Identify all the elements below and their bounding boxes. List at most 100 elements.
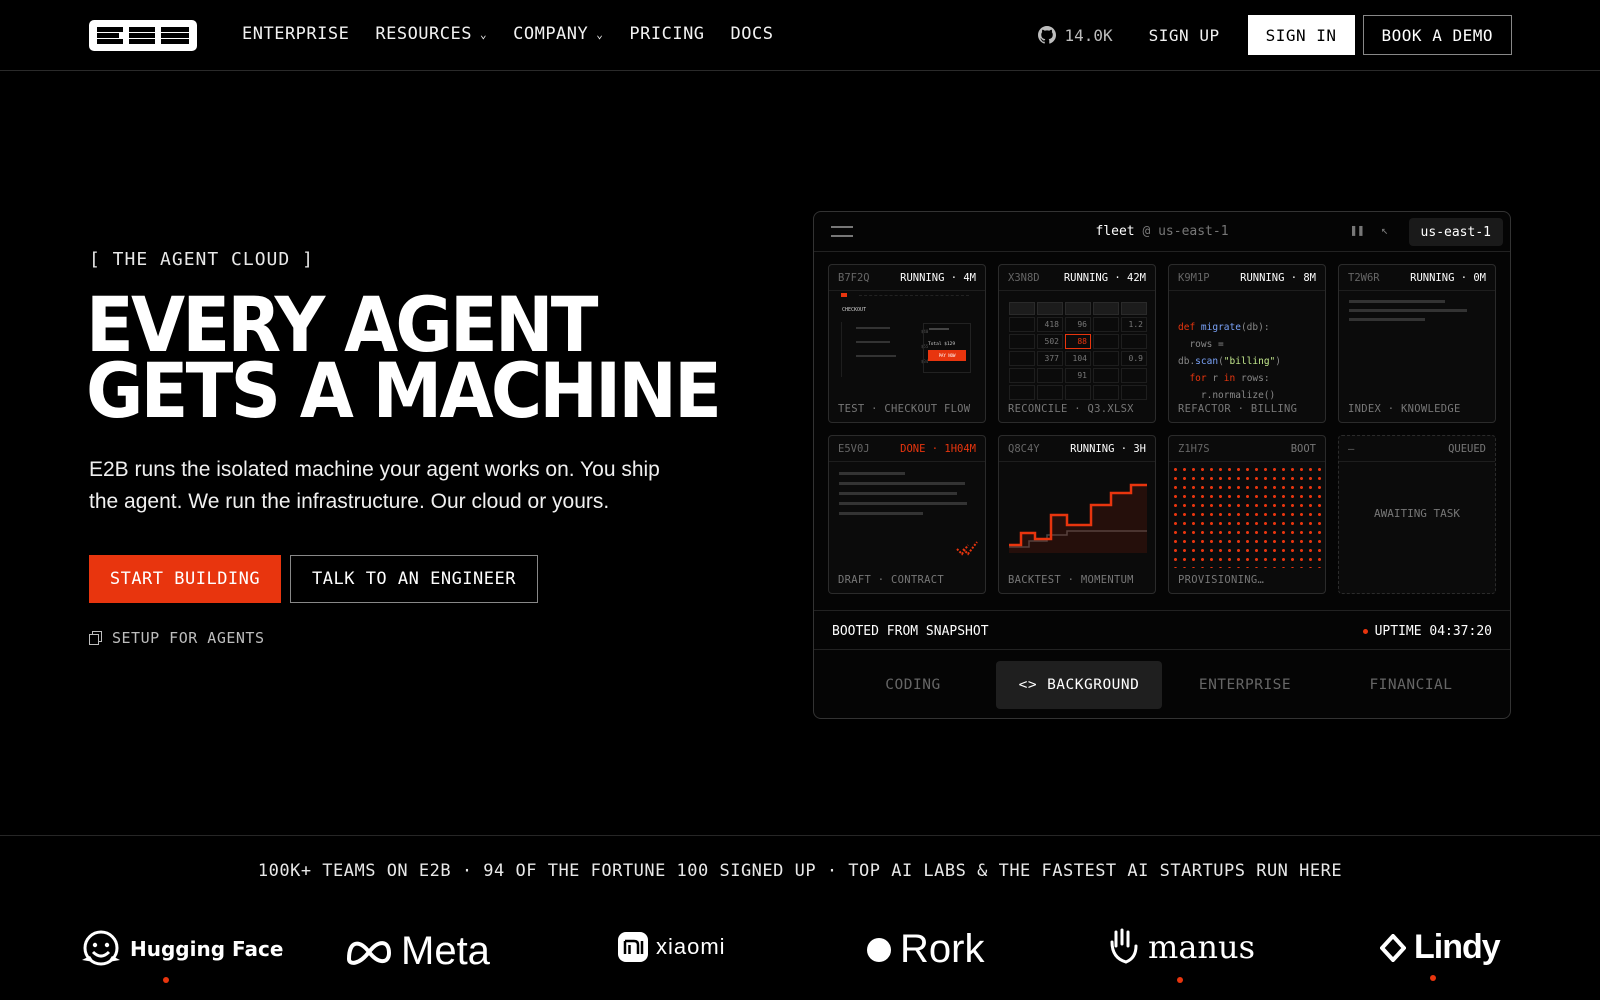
use-case-tabs: CODING <> BACKGROUND ENTERPRISE FINANCIAL <box>830 661 1494 709</box>
github-icon <box>1038 26 1057 44</box>
sandbox-card[interactable]: E5V0J DONE · 1H04M DRAFT · CONTRACT <box>828 435 986 594</box>
sign-in-button[interactable]: SIGN IN <box>1247 15 1355 55</box>
tab-enterprise[interactable]: ENTERPRISE <box>1162 661 1328 709</box>
sandbox-card-header: E5V0J DONE · 1H04M <box>829 436 985 462</box>
sandbox-card[interactable]: Q8C4Y RUNNING · 3H BACKTEST · MOMENTUM <box>998 435 1156 594</box>
checkout-preview: CHECKOUT $40 $55 $34 Total $129 PAY NOW <box>829 292 985 397</box>
sandbox-preview: AWAITING TASK <box>1339 463 1495 568</box>
headline-line-2: GETS A MACHINE <box>86 346 722 435</box>
sandbox-task: TEST · CHECKOUT FLOW <box>838 403 971 415</box>
sandbox-task: DRAFT · CONTRACT <box>838 574 944 586</box>
sandbox-status: DONE · 1H04M <box>900 442 976 455</box>
sandbox-preview <box>1169 463 1325 568</box>
fleet-title: fleet @ us-east-1 <box>1095 224 1229 239</box>
sandbox-card[interactable]: T2W6R RUNNING · 0M INDEX · KNOWLEDGE <box>1338 264 1496 423</box>
sandbox-card-header: B7F2Q RUNNING · 4M <box>829 265 985 291</box>
sandbox-preview <box>999 463 1155 568</box>
hero-subtext: E2B runs the isolated machine your agent… <box>89 458 660 513</box>
sandbox-status: RUNNING · 8M <box>1240 271 1316 284</box>
nav-link-resources[interactable]: RESOURCES ⌄ <box>375 24 487 44</box>
region-badge[interactable]: us-east-1 <box>1408 218 1503 246</box>
cursor-icon[interactable]: ↖ <box>1381 223 1388 237</box>
tab-label: ENTERPRISE <box>1198 677 1292 693</box>
customer-logos: Hugging Face Meta xiaomi Rork manus Lind… <box>0 925 1600 985</box>
nav-link-docs[interactable]: DOCS <box>731 24 774 44</box>
backtest-chart <box>1009 483 1147 553</box>
logo-meta: Meta <box>345 929 490 974</box>
sandbox-card-header: K9M1P RUNNING · 8M <box>1169 265 1325 291</box>
logo-lindy: Lindy <box>1380 928 1501 967</box>
chevron-down-icon: ⌄ <box>479 27 488 41</box>
sandbox-card[interactable]: K9M1P RUNNING · 8M def migrate(db): rows … <box>1168 264 1326 423</box>
setup-for-agents-label: SETUP FOR AGENTS <box>112 629 265 647</box>
draft-preview <box>829 463 985 568</box>
boot-status-row: BOOTED FROM SNAPSHOT UPTIME 04:37:20 <box>814 610 1510 650</box>
sandbox-id: — <box>1348 442 1355 455</box>
rork-icon <box>867 937 891 962</box>
sandbox-preview: 418 96 1.2 502 88 377 104 0.9 91 <box>999 292 1155 400</box>
nav-link-pricing[interactable]: PRICING <box>629 24 704 44</box>
logo-manus: manus <box>1108 928 1255 966</box>
social-proof-text: 100K+ TEAMS ON E2B · 94 OF THE FORTUNE 1… <box>257 861 1343 881</box>
status-dot-icon <box>1362 629 1368 634</box>
sandbox-task: PROVISIONING… <box>1178 574 1265 586</box>
sandbox-task: BACKTEST · MOMENTUM <box>1008 574 1134 586</box>
sandbox-card[interactable]: — QUEUED AWAITING TASK <box>1338 435 1496 594</box>
boot-label: BOOTED FROM SNAPSHOT <box>832 624 989 639</box>
tab-background[interactable]: <> BACKGROUND <box>996 661 1162 709</box>
copy-icon <box>89 631 102 645</box>
nav-link-enterprise[interactable]: ENTERPRISE <box>242 24 349 44</box>
sandbox-card-header: Q8C4Y RUNNING · 3H <box>999 436 1155 462</box>
logo-rork: Rork <box>866 927 984 972</box>
lindy-icon <box>1380 933 1406 962</box>
sandbox-id: Q8C4Y <box>1008 442 1040 455</box>
book-demo-button[interactable]: BOOK A DEMO <box>1362 15 1512 55</box>
xiaomi-icon <box>618 932 648 962</box>
nav-link-label: RESOURCES <box>375 24 472 44</box>
awaiting-task-label: AWAITING TASK <box>1373 507 1461 520</box>
top-nav: ENTERPRISE RESOURCES ⌄ COMPANY ⌄ PRICING DOCS … <box>0 0 1600 71</box>
meta-icon <box>346 940 392 965</box>
sandbox-id: E5V0J <box>838 442 870 455</box>
sandbox-card-header: Z1H7S BOOT <box>1169 436 1325 462</box>
index-preview <box>1349 300 1467 321</box>
nav-link-label: COMPANY <box>513 24 589 44</box>
sign-up-link[interactable]: SIGN UP <box>1149 26 1220 45</box>
sandbox-id: K9M1P <box>1178 271 1210 284</box>
nav-link-company[interactable]: COMPANY ⌄ <box>513 24 603 44</box>
sandbox-preview <box>1339 292 1495 397</box>
talk-to-engineer-button[interactable]: TALK TO AN ENGINEER <box>290 555 538 603</box>
manus-icon <box>1110 928 1138 964</box>
sandbox-card-header: X3N8D RUNNING · 42M <box>999 265 1155 291</box>
sandbox-card[interactable]: Z1H7S BOOT PROVISIONING… <box>1168 435 1326 594</box>
logo-xiaomi: xiaomi <box>618 932 726 962</box>
sandbox-status: RUNNING · 4M <box>900 271 976 284</box>
sandbox-id: Z1H7S <box>1178 442 1210 455</box>
hero-headline: EVERY AGENT GETS A MACHINE <box>86 287 722 435</box>
github-stars-link[interactable]: 14.0K <box>1038 26 1113 45</box>
tab-label: CODING <box>885 677 941 693</box>
pause-icon[interactable]: ❚❚ <box>1350 223 1364 237</box>
sandbox-status: RUNNING · 42M <box>1063 271 1146 284</box>
e2b-logo[interactable] <box>89 20 197 51</box>
code-preview: def migrate(db): rows = db.scan("billing… <box>1178 322 1282 401</box>
sandbox-card-header: — QUEUED <box>1339 436 1495 462</box>
setup-for-agents-link[interactable]: SETUP FOR AGENTS <box>89 629 265 647</box>
sandbox-card[interactable]: X3N8D RUNNING · 42M 418 96 1.2 502 88 377 104 0.… <box>998 264 1156 423</box>
sandbox-task: INDEX · KNOWLEDGE <box>1348 403 1461 415</box>
tab-financial[interactable]: FINANCIAL <box>1328 661 1494 709</box>
sandbox-card[interactable]: B7F2Q RUNNING · 4M CHECKOUT $40 $55 $34 Tot… <box>828 264 986 423</box>
section-divider <box>0 835 1600 836</box>
sandbox-id: T2W6R <box>1348 271 1380 284</box>
chevron-down-icon: ⌄ <box>596 27 604 41</box>
sandbox-status: RUNNING · 0M <box>1410 271 1486 284</box>
start-building-button[interactable]: START BUILDING <box>89 555 281 603</box>
nav-links: ENTERPRISE RESOURCES ⌄ COMPANY ⌄ PRICING DOCS <box>242 24 774 44</box>
fleet-panel-header: fleet @ us-east-1 ❚❚ ↖ us-east-1 <box>814 212 1510 252</box>
sandbox-id: X3N8D <box>1008 271 1040 284</box>
hugging-face-icon <box>82 930 120 966</box>
sandbox-card-header: T2W6R RUNNING · 0M <box>1339 265 1495 291</box>
checkmark-icon <box>956 541 978 556</box>
nav-link-label: DOCS <box>730 24 774 44</box>
tab-coding[interactable]: CODING <box>830 661 996 709</box>
